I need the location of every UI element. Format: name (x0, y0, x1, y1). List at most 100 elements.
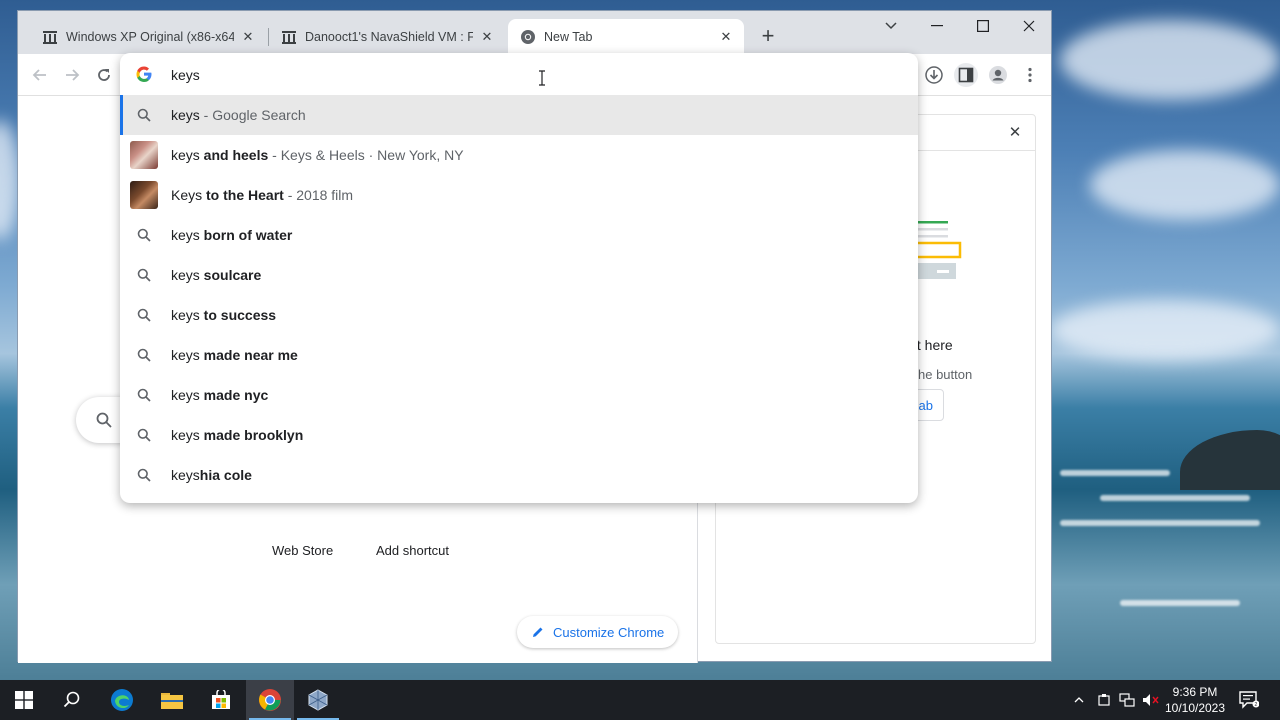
suggestion-completion: made brooklyn (199, 427, 304, 443)
virtualbox-icon (308, 689, 328, 711)
shortcut-add[interactable]: Add shortcut (376, 543, 449, 558)
search-icon (136, 387, 152, 403)
volume-muted-icon (1143, 694, 1159, 706)
reading-list-illustration (914, 221, 962, 279)
shortcut-web-store[interactable]: Web Store (272, 543, 333, 558)
suggestion-row[interactable]: keys and heels - Keys & Heels · New York… (120, 135, 918, 175)
store-icon (212, 690, 230, 709)
tray-volume-button[interactable] (1140, 680, 1162, 720)
suggestion-description: - 2018 film (283, 187, 354, 203)
suggestion-completion: and heels (199, 147, 269, 163)
downloads-button[interactable] (922, 63, 946, 87)
search-icon (63, 691, 80, 708)
bank-icon (281, 29, 297, 45)
menu-button[interactable] (1018, 63, 1042, 87)
chevron-up-icon (1074, 697, 1084, 703)
suggestion-prefix: keys (171, 467, 200, 483)
suggestion-row[interactable]: keys made nyc (120, 375, 918, 415)
tray-device-button[interactable] (1094, 680, 1114, 720)
suggestion-text: keys made brooklyn (171, 427, 303, 443)
windows-taskbar: 9:36 PM 10/10/2023 2 (0, 680, 1280, 720)
taskbar-search-button[interactable] (48, 680, 96, 720)
chrome-icon (259, 689, 281, 711)
search-icon (136, 427, 152, 443)
suggestion-thumbnail (130, 141, 158, 169)
suggestion-completion: hia cole (199, 467, 252, 483)
minimize-button[interactable] (914, 11, 960, 41)
tab-new-tab[interactable]: New Tab ✕ (508, 19, 744, 54)
taskbar-file-explorer[interactable] (148, 680, 196, 720)
taskbar-virtualbox[interactable] (294, 680, 342, 720)
suggestion-row[interactable]: keys made near me (120, 335, 918, 375)
suggestion-row[interactable]: keys born of water (120, 215, 918, 255)
back-button[interactable] (28, 63, 52, 87)
suggestion-row[interactable]: keys - Google Search (120, 95, 918, 135)
close-icon[interactable]: ✕ (479, 29, 495, 45)
suggestion-description: - Google Search (199, 107, 306, 123)
omnibox-dropdown: keys keys - Google Search keys and heels … (120, 53, 918, 503)
tab-windows-xp[interactable]: Windows XP Original (x86-x64) ’ ✕ (30, 19, 266, 54)
forward-button[interactable] (60, 63, 84, 87)
tab-title: New Tab (544, 29, 593, 44)
bank-icon (42, 29, 58, 45)
notifications-button[interactable]: 2 (1236, 680, 1262, 720)
profile-button[interactable] (986, 63, 1010, 87)
search-icon (136, 307, 152, 323)
search-icon (136, 347, 152, 363)
suggestion-completion: born of water (199, 227, 293, 243)
tab-title: Windows XP Original (x86-x64) ’ (66, 29, 234, 44)
add-tab-label: ab (918, 397, 933, 413)
reload-button[interactable] (92, 63, 116, 87)
suggestion-prefix: keys (171, 307, 200, 323)
text-cursor-icon (539, 70, 545, 86)
svg-text:2: 2 (1255, 702, 1258, 708)
taskbar-chrome[interactable] (246, 680, 294, 720)
reload-icon (98, 69, 110, 81)
chrome-icon (520, 29, 536, 45)
side-panel-button[interactable] (954, 63, 978, 87)
suggestion-text: keyshia cole (171, 467, 252, 483)
start-button[interactable] (0, 680, 48, 720)
suggestion-prefix: keys (171, 427, 200, 443)
suggestion-row[interactable]: keys made brooklyn (120, 415, 918, 455)
suggestion-prefix: keys (171, 387, 200, 403)
clock-date: 10/10/2023 (1164, 701, 1226, 715)
omnibox-query: keys (171, 67, 200, 83)
customize-chrome-button[interactable]: Customize Chrome (517, 616, 679, 648)
pencil-icon (533, 627, 543, 637)
tray-network-button[interactable] (1116, 680, 1138, 720)
chevron-down-icon (885, 22, 897, 30)
search-icon (136, 107, 152, 123)
suggestion-row[interactable]: Keys to the Heart - 2018 film (120, 175, 918, 215)
suggestion-row[interactable]: keys soulcare (120, 255, 918, 295)
tray-overflow-button[interactable] (1068, 680, 1090, 720)
taskbar-edge[interactable] (98, 680, 146, 720)
suggestion-prefix: keys (171, 107, 200, 123)
omnibox-input[interactable]: keys (120, 53, 918, 95)
folder-icon (161, 693, 183, 709)
taskbar-clock[interactable]: 9:36 PM 10/10/2023 (1160, 684, 1230, 716)
suggestion-completion: to success (199, 307, 277, 323)
new-tab-button[interactable]: + (756, 23, 780, 48)
close-icon[interactable]: ✕ (1004, 121, 1026, 143)
close-window-button[interactable] (1006, 11, 1052, 41)
suggestion-row[interactable]: keys to success (120, 295, 918, 335)
suggestion-row[interactable]: keyshia cole (120, 455, 918, 495)
tab-navashield[interactable]: Danooct1's NavaShield VM : Fre ✕ (269, 19, 505, 54)
ntp-search-box[interactable] (76, 397, 126, 443)
suggestion-thumbnail (130, 181, 158, 209)
taskbar-store[interactable] (197, 680, 245, 720)
maximize-button[interactable] (960, 11, 1006, 41)
close-icon (1023, 20, 1035, 32)
close-icon[interactable]: ✕ (718, 29, 734, 45)
customize-label: Customize Chrome (553, 624, 665, 640)
suggestion-text: keys made near me (171, 347, 298, 363)
suggestion-text: keys made nyc (171, 387, 268, 403)
tab-search-button[interactable] (868, 11, 914, 41)
close-icon[interactable]: ✕ (240, 29, 256, 45)
usb-device-icon (1098, 694, 1110, 706)
suggestion-text: keys and heels - Keys & Heels · New York… (171, 147, 464, 163)
edge-icon (111, 689, 133, 711)
suggestion-text: keys - Google Search (171, 107, 306, 123)
suggestion-prefix: keys (171, 147, 200, 163)
